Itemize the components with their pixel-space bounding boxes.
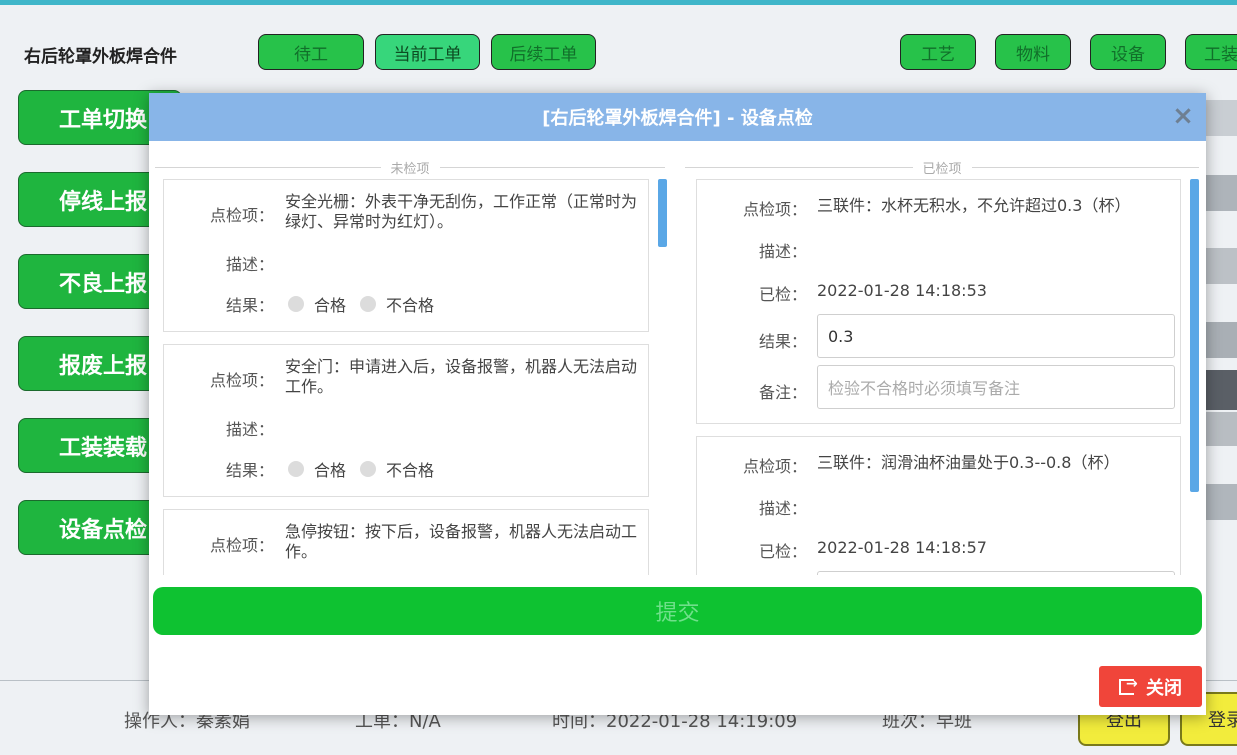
checked-at-label: 已检： <box>758 542 807 561</box>
tab-equipment[interactable]: 设备 <box>1090 34 1166 70</box>
item-text: 安全光栅：外表干净无刮伤，工作正常（正常时为绿灯、异常时为红灯）。 <box>285 192 638 231</box>
unchecked-list[interactable]: 点检项： 安全光栅：外表干净无刮伤，工作正常（正常时为绿灯、异常时为红灯）。 描… <box>163 179 669 575</box>
item-label: 点检项： <box>742 457 807 476</box>
desc-label: 描述： <box>758 242 807 261</box>
checked-list[interactable]: 点检项： 三联件：水杯无积水，不允许超过0.3（杯） 描述： 已检： 2022-… <box>696 179 1200 575</box>
tab-process[interactable]: 工艺 <box>900 34 976 70</box>
item-text: 急停按钮：按下后，设备报警，机器人无法启动工作。 <box>285 522 638 561</box>
desc-label: 描述： <box>758 499 807 518</box>
tab-current-order[interactable]: 当前工单 <box>375 34 480 70</box>
remark-label: 备注： <box>758 383 807 402</box>
item-label: 点检项： <box>209 206 274 225</box>
table-row <box>1205 175 1237 211</box>
app-title: 右后轮罩外板焊合件 <box>24 47 177 67</box>
result-label: 结果： <box>225 461 274 480</box>
list-item: 点检项： 安全门：申请进入后，设备报警，机器人无法启动工作。 描述： 结果： 合… <box>163 344 649 497</box>
list-item: 点检项： 三联件：润滑油杯油量处于0.3--0.8（杯） 描述： 已检： 202… <box>696 436 1181 575</box>
unchecked-section-title: 未检项 <box>155 159 666 177</box>
item-label: 点检项： <box>209 371 274 390</box>
top-accent-bar <box>0 0 1237 5</box>
radio-pass[interactable]: 合格 <box>288 292 346 316</box>
checked-at-value: 2022-01-28 14:18:53 <box>817 281 987 300</box>
table-row <box>1205 412 1237 446</box>
radio-fail[interactable]: 不合格 <box>360 292 434 316</box>
radio-pass[interactable]: 合格 <box>288 457 346 481</box>
equipment-check-dialog: [右后轮罩外板焊合件] - 设备点检 × 未检项 已检项 点检项： 安全光栅：外… <box>149 93 1206 715</box>
scrollbar-thumb[interactable] <box>658 179 667 247</box>
result-input[interactable]: 0.3 <box>817 314 1175 358</box>
list-item: 点检项： 急停按钮：按下后，设备报警，机器人无法启动工作。 <box>163 509 649 575</box>
radio-circle-icon <box>288 296 304 312</box>
logout-icon <box>1119 676 1138 695</box>
item-text: 三联件：水杯无积水，不允许超过0.3（杯） <box>817 196 1131 215</box>
dialog-title: [右后轮罩外板焊合件] - 设备点检 <box>542 108 813 129</box>
result-label: 结果： <box>225 296 274 315</box>
table-row <box>1205 370 1237 410</box>
list-item: 点检项： 三联件：水杯无积水，不允许超过0.3（杯） 描述： 已检： 2022-… <box>696 179 1181 424</box>
scrollbar-thumb[interactable] <box>1190 179 1199 492</box>
tab-fixture[interactable]: 工装 <box>1185 34 1237 70</box>
close-icon[interactable]: × <box>1168 101 1198 131</box>
tab-next-order[interactable]: 后续工单 <box>491 34 596 70</box>
tab-material[interactable]: 物料 <box>995 34 1071 70</box>
radio-circle-icon <box>360 296 376 312</box>
item-label: 点检项： <box>209 536 274 555</box>
table-row <box>1205 100 1237 136</box>
radio-circle-icon <box>360 461 376 477</box>
item-text: 三联件：润滑油杯油量处于0.3--0.8（杯） <box>817 453 1120 472</box>
radio-fail[interactable]: 不合格 <box>360 457 434 481</box>
item-text: 安全门：申请进入后，设备报警，机器人无法启动工作。 <box>285 357 638 396</box>
desc-label: 描述： <box>225 420 274 439</box>
result-label: 结果： <box>758 332 807 351</box>
list-item: 点检项： 安全光栅：外表干净无刮伤，工作正常（正常时为绿灯、异常时为红灯）。 描… <box>163 179 649 332</box>
table-row <box>1205 322 1237 358</box>
desc-label: 描述： <box>225 255 274 274</box>
checked-at-value: 2022-01-28 14:18:57 <box>817 538 987 557</box>
tab-waiting[interactable]: 待工 <box>258 34 364 70</box>
remark-input[interactable]: 检验不合格时必须填写备注 <box>817 365 1175 409</box>
checked-at-label: 已检： <box>758 285 807 304</box>
submit-button[interactable]: 提交 <box>153 587 1202 635</box>
table-row <box>1205 484 1237 520</box>
dialog-header: [右后轮罩外板焊合件] - 设备点检 × <box>149 93 1206 141</box>
item-label: 点检项： <box>742 200 807 219</box>
radio-circle-icon <box>288 461 304 477</box>
table-row <box>1205 248 1237 284</box>
result-input[interactable] <box>817 571 1175 575</box>
checked-section-title: 已检项 <box>685 159 1200 177</box>
close-button[interactable]: 关闭 <box>1099 666 1202 707</box>
